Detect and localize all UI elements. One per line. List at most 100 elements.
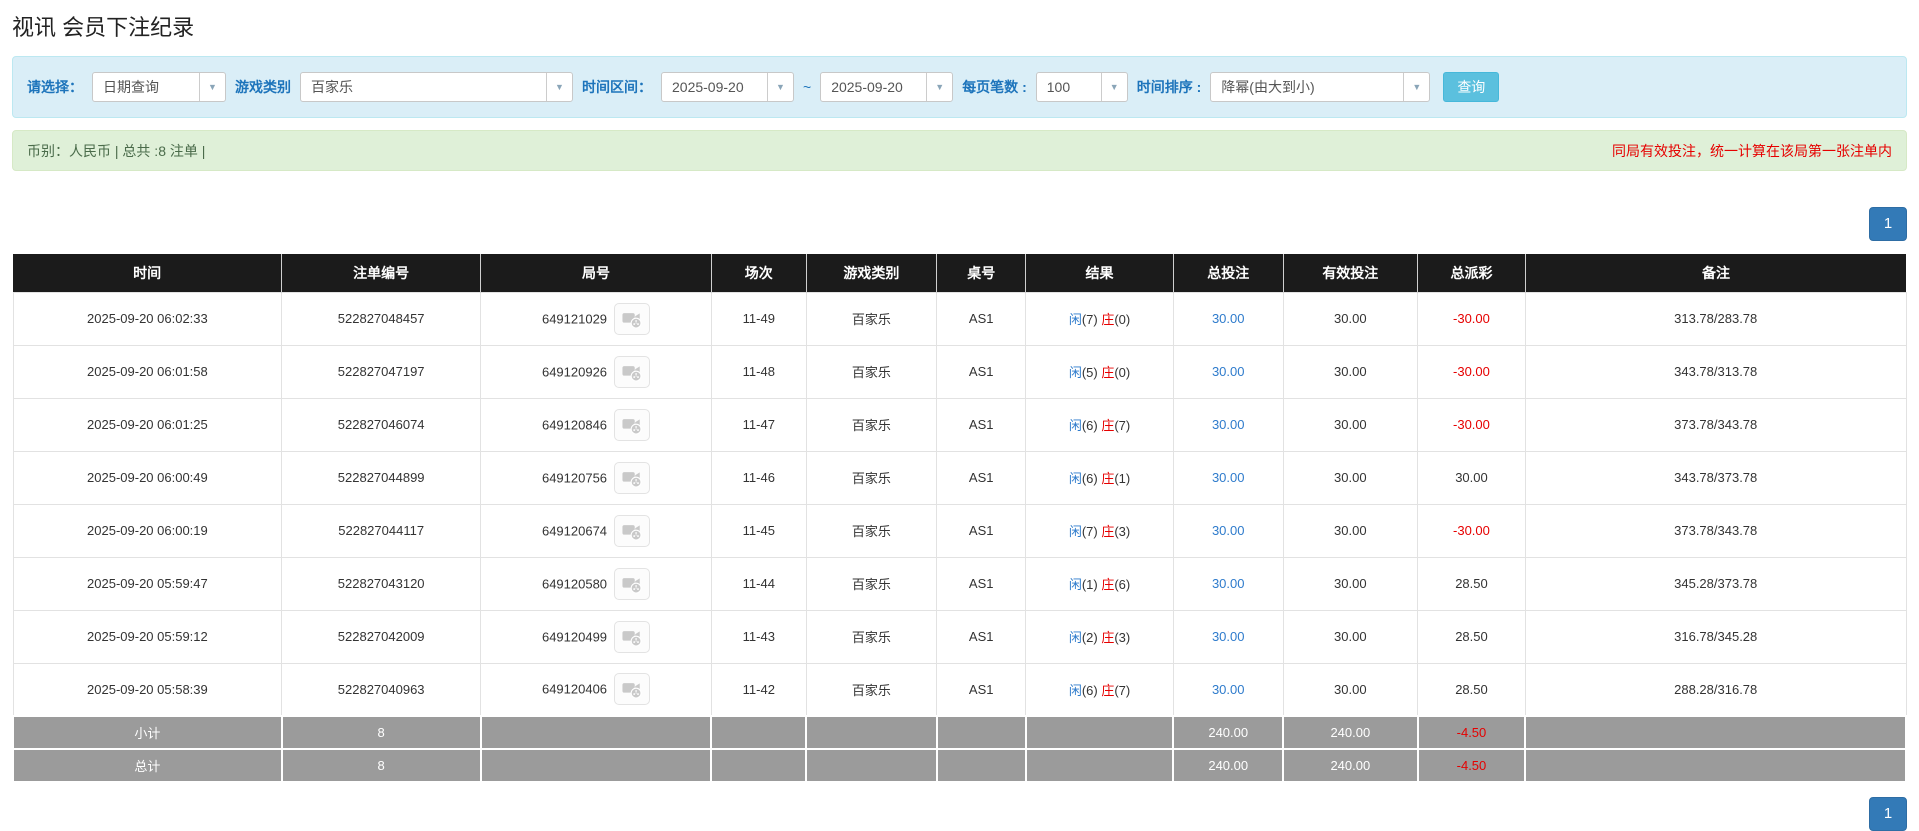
game-type-cell: 百家乐 xyxy=(805,344,938,399)
payout-cell: -30.00 xyxy=(1417,397,1526,452)
video-replay-button[interactable] xyxy=(614,461,651,494)
summary-payout: -4.50 xyxy=(1416,748,1527,783)
summary-total-bet: 240.00 xyxy=(1172,715,1285,750)
total-bet-link[interactable]: 30.00 xyxy=(1212,682,1245,697)
table-no-cell: AS1 xyxy=(936,397,1027,452)
table-row: 2025-09-20 06:00:49 522827044899 6491207… xyxy=(12,450,1907,505)
table-no-cell: AS1 xyxy=(936,291,1027,346)
round-cell: 649120499 xyxy=(480,609,712,664)
total-bet-cell: 30.00 xyxy=(1172,344,1284,399)
film-icon xyxy=(622,471,642,488)
table-row: 2025-09-20 06:02:33 522827048457 6491210… xyxy=(12,291,1907,346)
video-replay-button[interactable] xyxy=(614,514,651,547)
per-page-label: 每页笔数 : xyxy=(962,79,1027,95)
total-bet-link[interactable]: 30.00 xyxy=(1212,311,1245,326)
game-type-cell: 百家乐 xyxy=(805,450,938,505)
total-bet-link[interactable]: 30.00 xyxy=(1212,523,1245,538)
payout-cell: -30.00 xyxy=(1417,503,1526,558)
column-header: 总派彩 xyxy=(1417,254,1526,292)
page: 视讯 会员下注纪录 请选择： 日期查询 ▼ 游戏类别 百家乐 ▼ 时间区间： 2… xyxy=(0,10,1919,831)
remark-cell: 373.78/343.78 xyxy=(1524,503,1907,558)
time-cell: 2025-09-20 06:02:33 xyxy=(12,291,283,346)
total-bet-link[interactable]: 30.00 xyxy=(1212,629,1245,644)
round-cell: 649120926 xyxy=(480,344,712,399)
summary-row: 小计 8 240.00 240.00 -4.50 xyxy=(12,715,1907,750)
valid-bet-cell: 30.00 xyxy=(1282,662,1419,717)
column-header: 时间 xyxy=(13,254,283,292)
round-cell: 649120846 xyxy=(480,397,712,452)
video-replay-button[interactable] xyxy=(614,355,651,388)
total-bet-link[interactable]: 30.00 xyxy=(1212,417,1245,432)
game-type-label: 游戏类别 xyxy=(235,79,291,95)
game-type-cell: 百家乐 xyxy=(805,556,938,611)
video-replay-button[interactable] xyxy=(614,567,651,600)
total-bet-link[interactable]: 30.00 xyxy=(1212,470,1245,485)
session-cell: 11-46 xyxy=(710,450,807,505)
video-replay-button[interactable] xyxy=(614,620,651,653)
table-no-cell: AS1 xyxy=(936,609,1027,664)
video-replay-button[interactable] xyxy=(614,673,651,706)
valid-bet-cell: 30.00 xyxy=(1282,503,1419,558)
summary-label: 总计 xyxy=(12,748,283,783)
remark-cell: 288.28/316.78 xyxy=(1524,662,1907,717)
bet-id-cell: 522827046074 xyxy=(281,397,482,452)
result-cell: 闲(7) 庄(0) xyxy=(1025,291,1174,346)
total-bet-link[interactable]: 30.00 xyxy=(1212,576,1245,591)
query-type-label: 请选择： xyxy=(27,79,83,95)
date-to-select[interactable]: 2025-09-20 ▼ xyxy=(820,72,954,102)
search-button[interactable]: 查询 xyxy=(1443,72,1500,102)
table-no-cell: AS1 xyxy=(936,662,1027,717)
time-cell: 2025-09-20 06:00:49 xyxy=(12,450,283,505)
payout-cell: 28.50 xyxy=(1417,609,1526,664)
total-bet-cell: 30.00 xyxy=(1172,503,1284,558)
session-cell: 11-44 xyxy=(710,556,807,611)
total-bet-cell: 30.00 xyxy=(1172,291,1284,346)
chevron-down-icon: ▼ xyxy=(926,73,952,101)
session-cell: 11-48 xyxy=(710,344,807,399)
currency-total-text: 币别：人民币 | 总共 :8 注单 | xyxy=(27,142,206,159)
chevron-down-icon: ▼ xyxy=(199,73,225,101)
table-row: 2025-09-20 06:01:58 522827047197 6491209… xyxy=(12,344,1907,399)
page-title: 视讯 会员下注纪录 xyxy=(12,15,195,40)
time-sort-select[interactable]: 降幂(由大到小) ▼ xyxy=(1210,72,1431,102)
payout-cell: -30.00 xyxy=(1417,344,1526,399)
summary-bar: 币别：人民币 | 总共 :8 注单 | 同局有效投注，统一计算在该局第一张注单内 xyxy=(12,130,1907,171)
table-row: 2025-09-20 05:59:47 522827043120 6491205… xyxy=(12,556,1907,611)
film-icon xyxy=(622,365,642,382)
game-type-cell: 百家乐 xyxy=(805,291,938,346)
total-bet-link[interactable]: 30.00 xyxy=(1212,364,1245,379)
time-cell: 2025-09-20 05:59:12 xyxy=(12,609,283,664)
remark-cell: 343.78/373.78 xyxy=(1524,450,1907,505)
bet-id-cell: 522827044117 xyxy=(281,503,482,558)
column-header: 桌号 xyxy=(936,254,1027,292)
bet-id-cell: 522827048457 xyxy=(281,291,482,346)
page-1-button[interactable]: 1 xyxy=(1869,207,1907,241)
video-replay-button[interactable] xyxy=(614,408,651,441)
table-no-cell: AS1 xyxy=(936,344,1027,399)
pagination-top: 1 xyxy=(12,207,1907,241)
result-cell: 闲(6) 庄(7) xyxy=(1025,397,1174,452)
video-replay-button[interactable] xyxy=(614,302,651,335)
chevron-down-icon: ▼ xyxy=(767,73,793,101)
session-cell: 11-49 xyxy=(710,291,807,346)
table-header-row: 时间 注单编号 局号 场次 游戏类别 桌号 结果 总投注 有效投注 总派彩 备注 xyxy=(13,254,1906,292)
table-row: 2025-09-20 05:58:39 522827040963 6491204… xyxy=(12,662,1907,717)
date-from-select[interactable]: 2025-09-20 ▼ xyxy=(661,72,794,102)
summary-count: 8 xyxy=(280,715,482,750)
range-separator: ~ xyxy=(803,79,812,95)
game-type-select[interactable]: 百家乐 ▼ xyxy=(300,72,573,102)
bet-id-cell: 522827044899 xyxy=(281,450,482,505)
remark-cell: 373.78/343.78 xyxy=(1524,397,1907,452)
session-cell: 11-43 xyxy=(710,609,807,664)
query-type-select[interactable]: 日期查询 ▼ xyxy=(92,72,226,102)
page-1-button[interactable]: 1 xyxy=(1869,797,1907,831)
per-page-select[interactable]: 100 ▼ xyxy=(1035,72,1128,102)
total-bet-cell: 30.00 xyxy=(1172,397,1284,452)
payout-cell: -30.00 xyxy=(1417,291,1526,346)
table-no-cell: AS1 xyxy=(936,503,1027,558)
chevron-down-icon: ▼ xyxy=(1100,73,1127,101)
total-bet-cell: 30.00 xyxy=(1172,609,1284,664)
game-type-cell: 百家乐 xyxy=(805,397,938,452)
column-header: 结果 xyxy=(1025,254,1174,292)
game-type-cell: 百家乐 xyxy=(805,609,938,664)
